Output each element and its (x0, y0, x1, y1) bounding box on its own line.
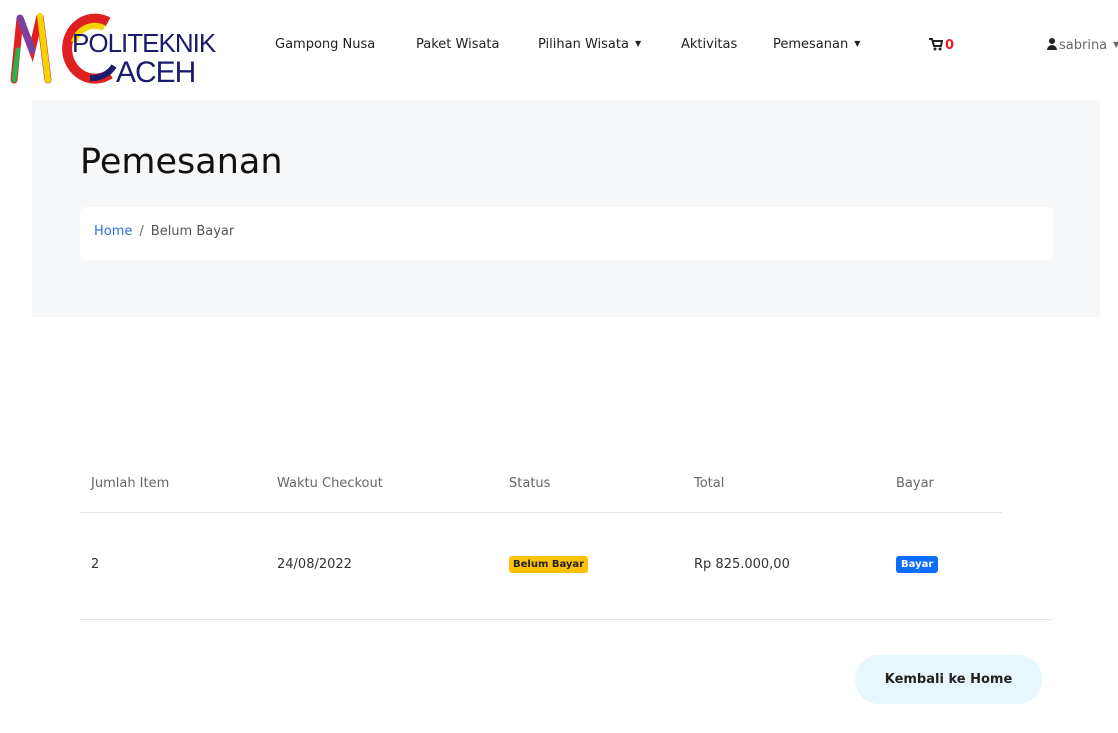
nav-item-pemesanan[interactable]: Pemesanan ▼ (773, 37, 860, 52)
nav-item-paket-wisata[interactable]: Paket Wisata (416, 37, 500, 52)
column-header-status: Status (509, 476, 551, 491)
logo-text-aceh: ACEH (116, 56, 196, 89)
nav-label: Pilihan Wisata (538, 37, 629, 52)
cart-icon (929, 38, 944, 51)
nav-item-pilihan-wisata[interactable]: Pilihan Wisata ▼ (538, 37, 641, 52)
column-header-total: Total (694, 476, 725, 491)
nav-item-gampong-nusa[interactable]: Gampong Nusa (275, 37, 375, 52)
user-icon (1047, 38, 1057, 50)
column-header-jumlah-item: Jumlah Item (91, 476, 170, 491)
nav-item-aktivitas[interactable]: Aktivitas (681, 37, 737, 52)
table-header-divider (80, 512, 1002, 513)
caret-down-icon: ▼ (1113, 40, 1118, 49)
status-badge: Belum Bayar (509, 556, 589, 573)
caret-down-icon: ▼ (634, 39, 642, 48)
nav-label: Gampong Nusa (275, 37, 376, 52)
back-to-home-button[interactable]: Kembali ke Home (855, 655, 1042, 704)
page-title: Pemesanan (80, 142, 283, 182)
column-header-waktu-checkout: Waktu Checkout (277, 476, 383, 491)
nav-label: Pemesanan (773, 37, 849, 52)
nav-label: Paket Wisata (416, 37, 500, 52)
breadcrumb-home-link[interactable]: Home (94, 224, 132, 239)
breadcrumb-separator: / (139, 224, 144, 239)
cell-total: Rp 825.000,00 (694, 557, 790, 572)
logo-text-politeknik: POLITEKNIK (72, 28, 216, 58)
cart-count-badge: 0 (945, 38, 955, 53)
cell-waktu-checkout: 24/08/2022 (277, 557, 352, 572)
user-menu[interactable]: sabrina ▼ (1047, 38, 1118, 53)
table-row-divider (80, 619, 1053, 620)
header: POLITEKNIK ACEH Gampong Nusa Paket Wisat… (0, 0, 1118, 100)
cell-jumlah-item: 2 (91, 557, 100, 572)
logo-n-icon (10, 13, 52, 84)
user-name: sabrina (1059, 38, 1108, 53)
pay-button[interactable]: Bayar (896, 556, 939, 573)
breadcrumb-current: Belum Bayar (150, 224, 235, 239)
caret-down-icon: ▼ (854, 39, 861, 48)
breadcrumb: Home / Belum Bayar (80, 207, 1053, 260)
column-header-bayar: Bayar (896, 476, 934, 491)
nav-label: Aktivitas (681, 37, 738, 52)
cart-button[interactable]: 0 (929, 38, 954, 53)
